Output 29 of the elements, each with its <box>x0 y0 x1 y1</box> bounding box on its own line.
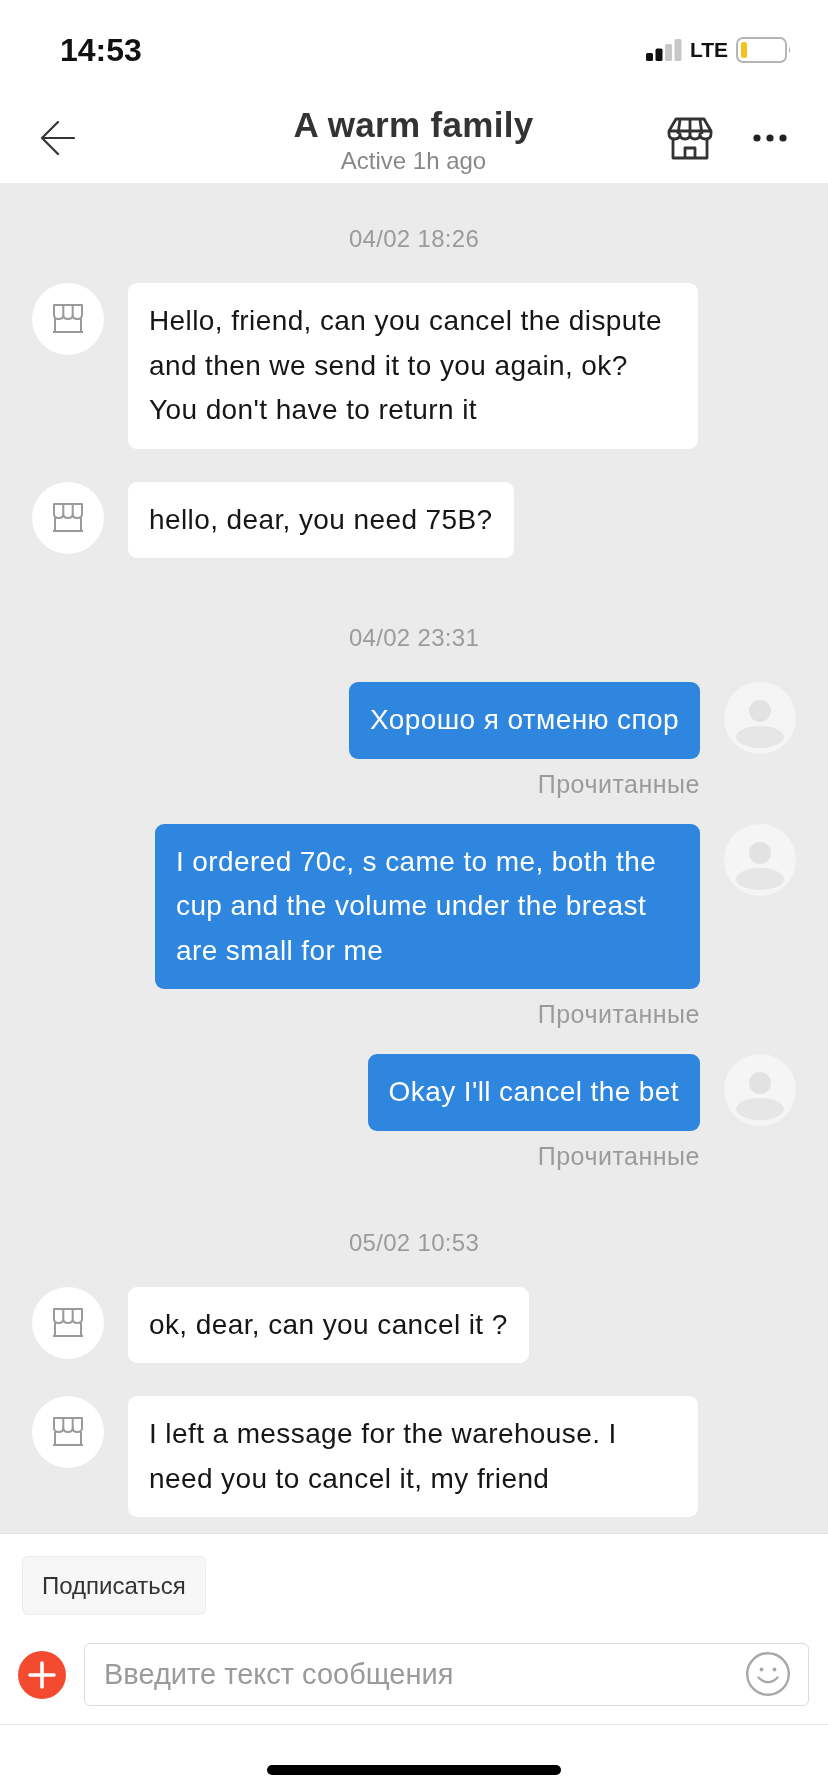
read-receipt: Прочитанные <box>537 770 700 797</box>
awning-avatar-icon <box>32 283 104 355</box>
clock-time: 14:53 <box>60 31 142 69</box>
read-receipt: Прочитанные <box>537 1142 700 1169</box>
message-input-field[interactable]: Введите текст сообщения <box>84 1643 809 1706</box>
awning-avatar-icon <box>32 481 104 554</box>
plus-icon[interactable] <box>18 1650 66 1699</box>
chat-title: A warm family <box>293 104 534 146</box>
subscribe-button[interactable]: Подписаться <box>22 1556 206 1615</box>
awning-avatar-icon <box>32 1396 104 1468</box>
read-receipt: Прочитанные <box>537 1001 700 1027</box>
network-label: LTE <box>689 38 728 62</box>
message-bubble: Okay I'll cancel the bet <box>367 1054 700 1131</box>
active-status: Active 1h ago <box>340 146 487 176</box>
message-timestamp: 05/02 10:53 <box>348 1228 480 1257</box>
message-bubble: ok, dear, can you cancel it ? <box>128 1286 529 1363</box>
back-arrow-icon[interactable] <box>40 120 75 156</box>
message-timestamp: 04/02 18:26 <box>348 225 480 253</box>
message-timestamp: 04/02 23:31 <box>348 624 480 652</box>
more-icon[interactable] <box>753 134 787 142</box>
message-bubble: I left a message for the warehouse. I need you to cancel it, my friend <box>128 1396 698 1517</box>
signal-icon <box>645 39 682 61</box>
message-bubble: Хорошо я отменю спор <box>349 682 700 759</box>
message-bubble: Hello, friend, can you cancel the dispute and then we send it to you again, ok? You don't have to return it <box>128 283 698 449</box>
battery-icon <box>736 37 792 63</box>
message-bubble: hello, dear, you need 75B? <box>128 481 514 558</box>
awning-avatar-icon <box>32 1286 104 1359</box>
message-bubble: I ordered 70c, s came to me, both the cup and the volume under the breast are small for me <box>155 823 700 989</box>
storefront-icon[interactable] <box>667 116 713 160</box>
